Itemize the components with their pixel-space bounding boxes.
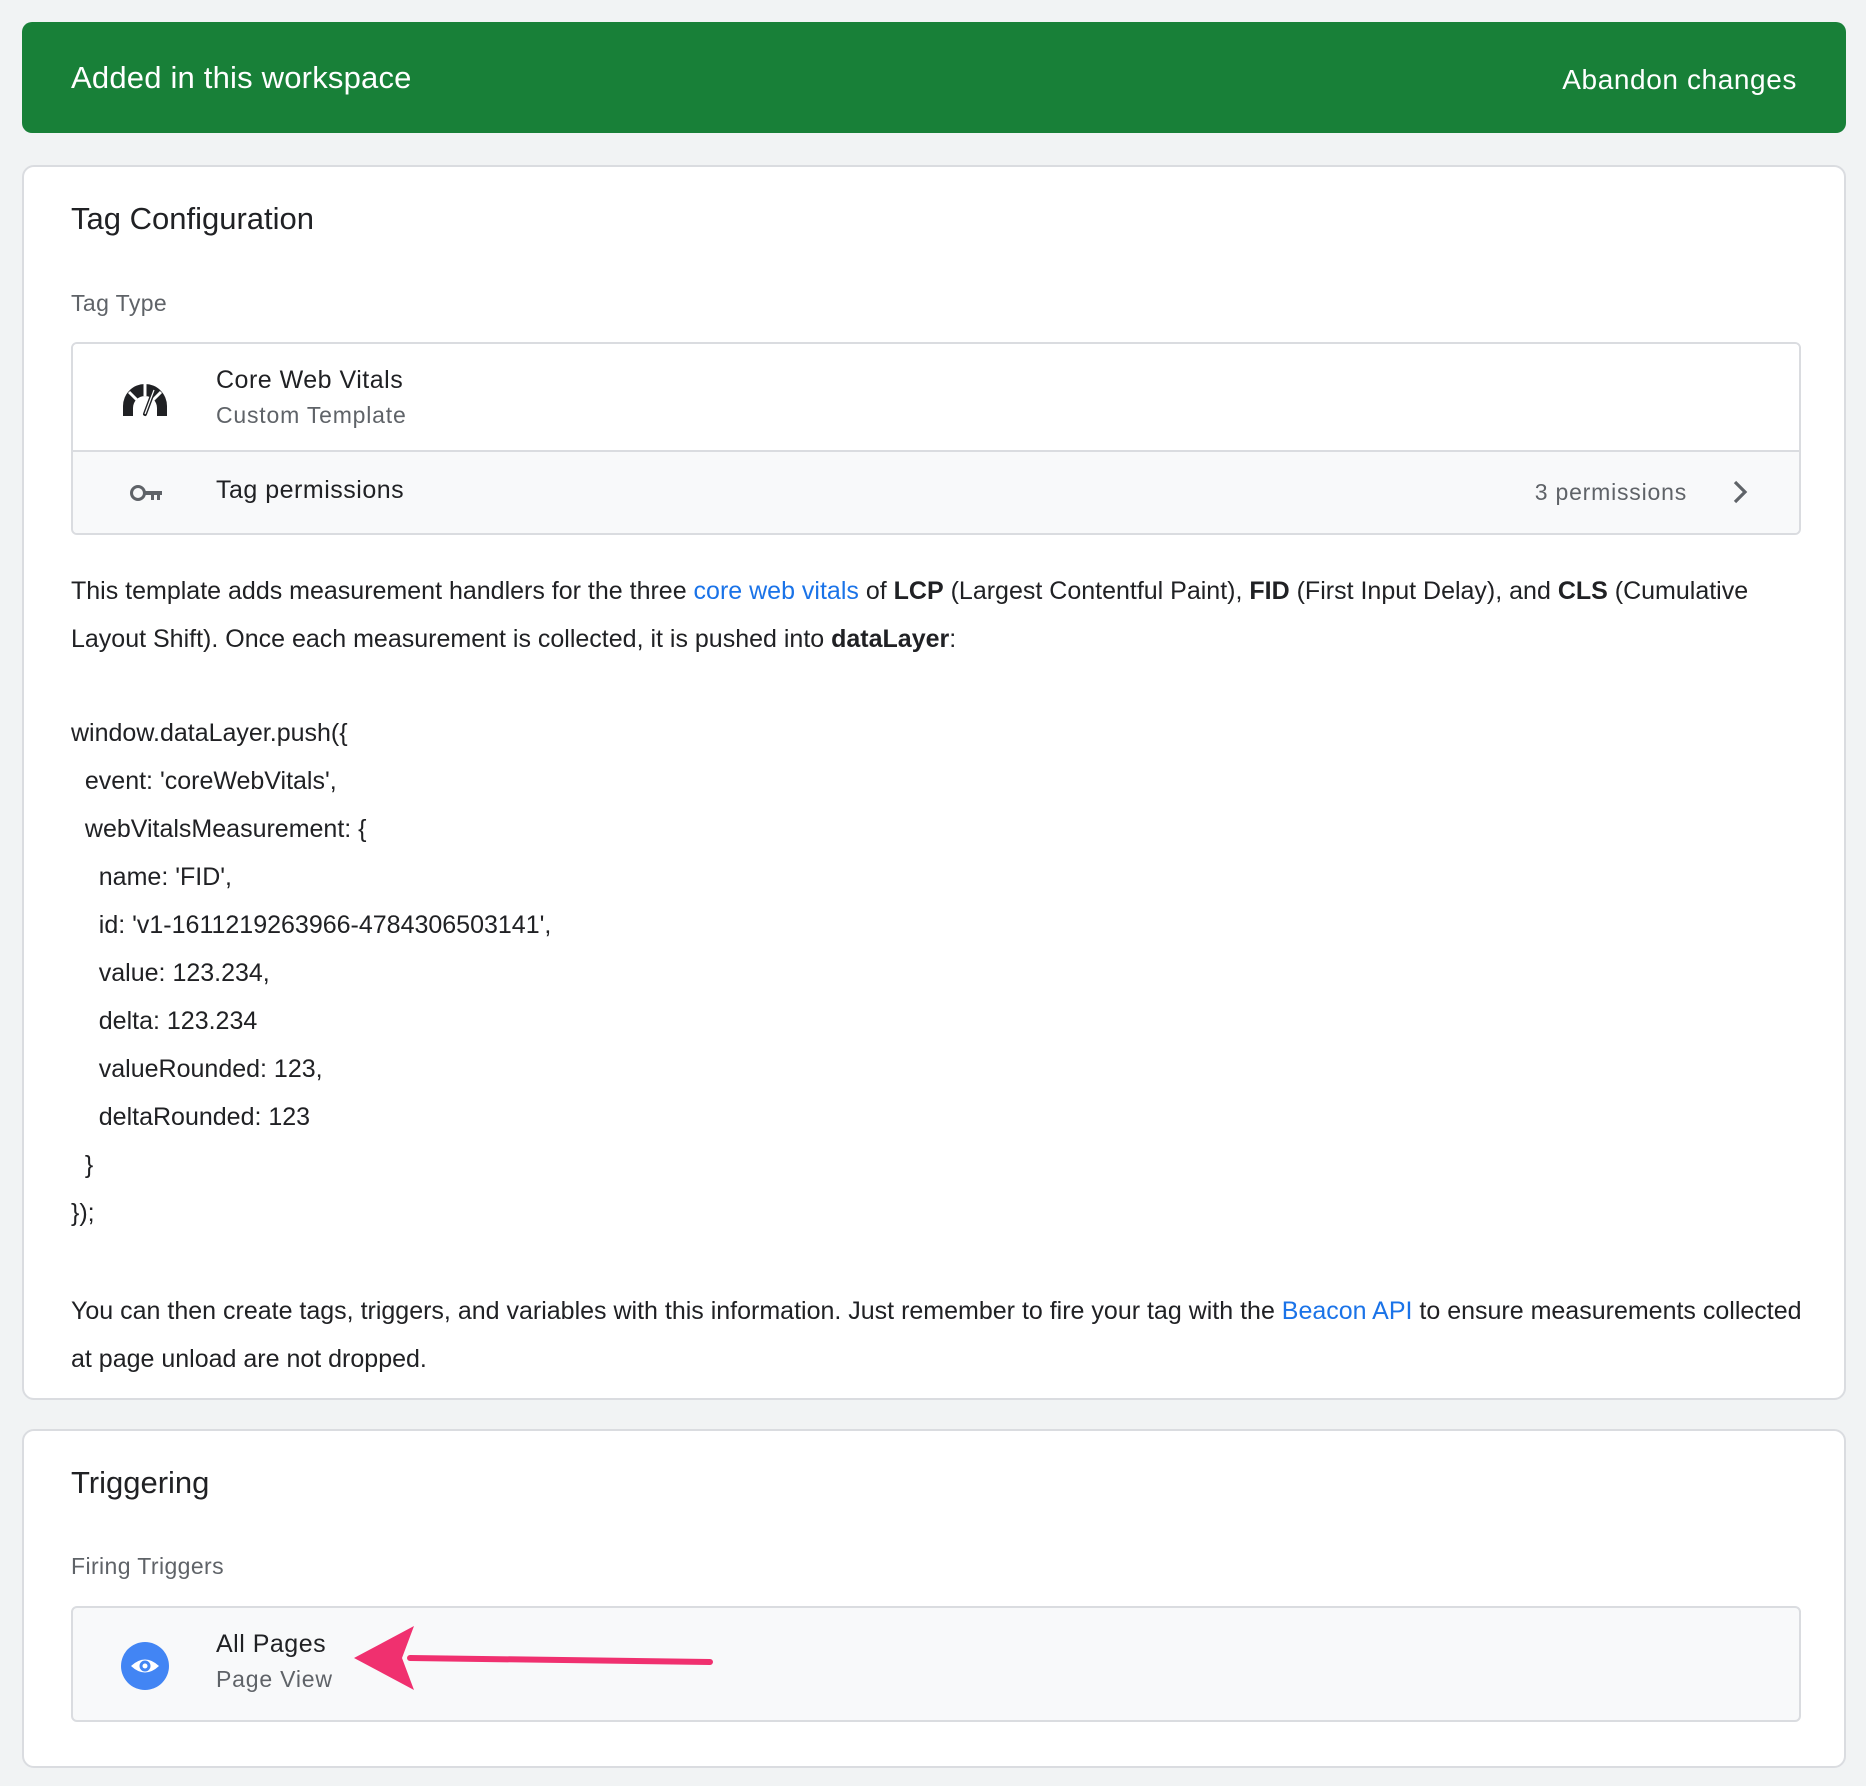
tag-permissions-row[interactable]: Tag permissions 3 permissions: [73, 452, 1799, 533]
card-title: Tag Configuration: [71, 201, 314, 236]
firing-triggers-label: Firing Triggers: [71, 1553, 224, 1579]
code-line: window.dataLayer.push({: [71, 719, 348, 747]
code-line: deltaRounded: 123: [71, 1103, 311, 1131]
trigger-subtitle: Page View: [216, 1666, 333, 1692]
tag-configuration-card: Tag Configuration Tag Type Core Web Vita…: [22, 165, 1846, 1400]
gauge-icon: [123, 382, 167, 416]
code-line: event: 'coreWebVitals',: [71, 767, 337, 795]
tag-type-subtitle: Custom Template: [216, 402, 407, 428]
code-line: valueRounded: 123,: [71, 1055, 323, 1083]
chevron-right-icon[interactable]: [1731, 479, 1749, 505]
eye-icon: [121, 1642, 169, 1690]
trigger-name: All Pages: [216, 1630, 327, 1658]
code-line: webVitalsMeasurement: {: [71, 815, 367, 843]
tag-type-label: Tag Type: [71, 290, 168, 316]
tag-type-name: Core Web Vitals: [216, 366, 404, 394]
triggering-card: Triggering Firing Triggers All Pages Pag…: [22, 1429, 1846, 1768]
tag-type-box: Core Web Vitals Custom Template Tag perm…: [71, 342, 1801, 535]
code-line: }: [71, 1151, 94, 1179]
workspace-status-banner: Added in this workspace Abandon changes: [22, 22, 1846, 133]
key-icon: [130, 485, 162, 501]
code-line: name: 'FID',: [71, 863, 232, 891]
annotation-arrow: [354, 1626, 713, 1690]
banner-title: Added in this workspace: [71, 59, 412, 95]
card-title: Triggering: [71, 1465, 210, 1500]
core-web-vitals-link[interactable]: core web vitals: [694, 577, 859, 605]
code-line: value: 123.234,: [71, 959, 270, 987]
trigger-row[interactable]: All Pages Page View: [71, 1606, 1801, 1722]
beacon-api-link[interactable]: Beacon API: [1282, 1297, 1413, 1325]
tag-permissions-label: Tag permissions: [216, 476, 405, 504]
code-line: });: [71, 1199, 95, 1227]
tag-type-row[interactable]: Core Web Vitals Custom Template: [73, 344, 1799, 452]
code-line: id: 'v1-1611219263966-4784306503141',: [71, 911, 552, 939]
beacon-note: You can then create tags, triggers, and …: [71, 1297, 1802, 1373]
permissions-count: 3 permissions: [1534, 479, 1687, 505]
code-line: delta: 123.234: [71, 1007, 258, 1035]
template-description: This template adds measurement handlers …: [71, 577, 1749, 653]
abandon-changes-button[interactable]: Abandon changes: [1562, 60, 1797, 96]
